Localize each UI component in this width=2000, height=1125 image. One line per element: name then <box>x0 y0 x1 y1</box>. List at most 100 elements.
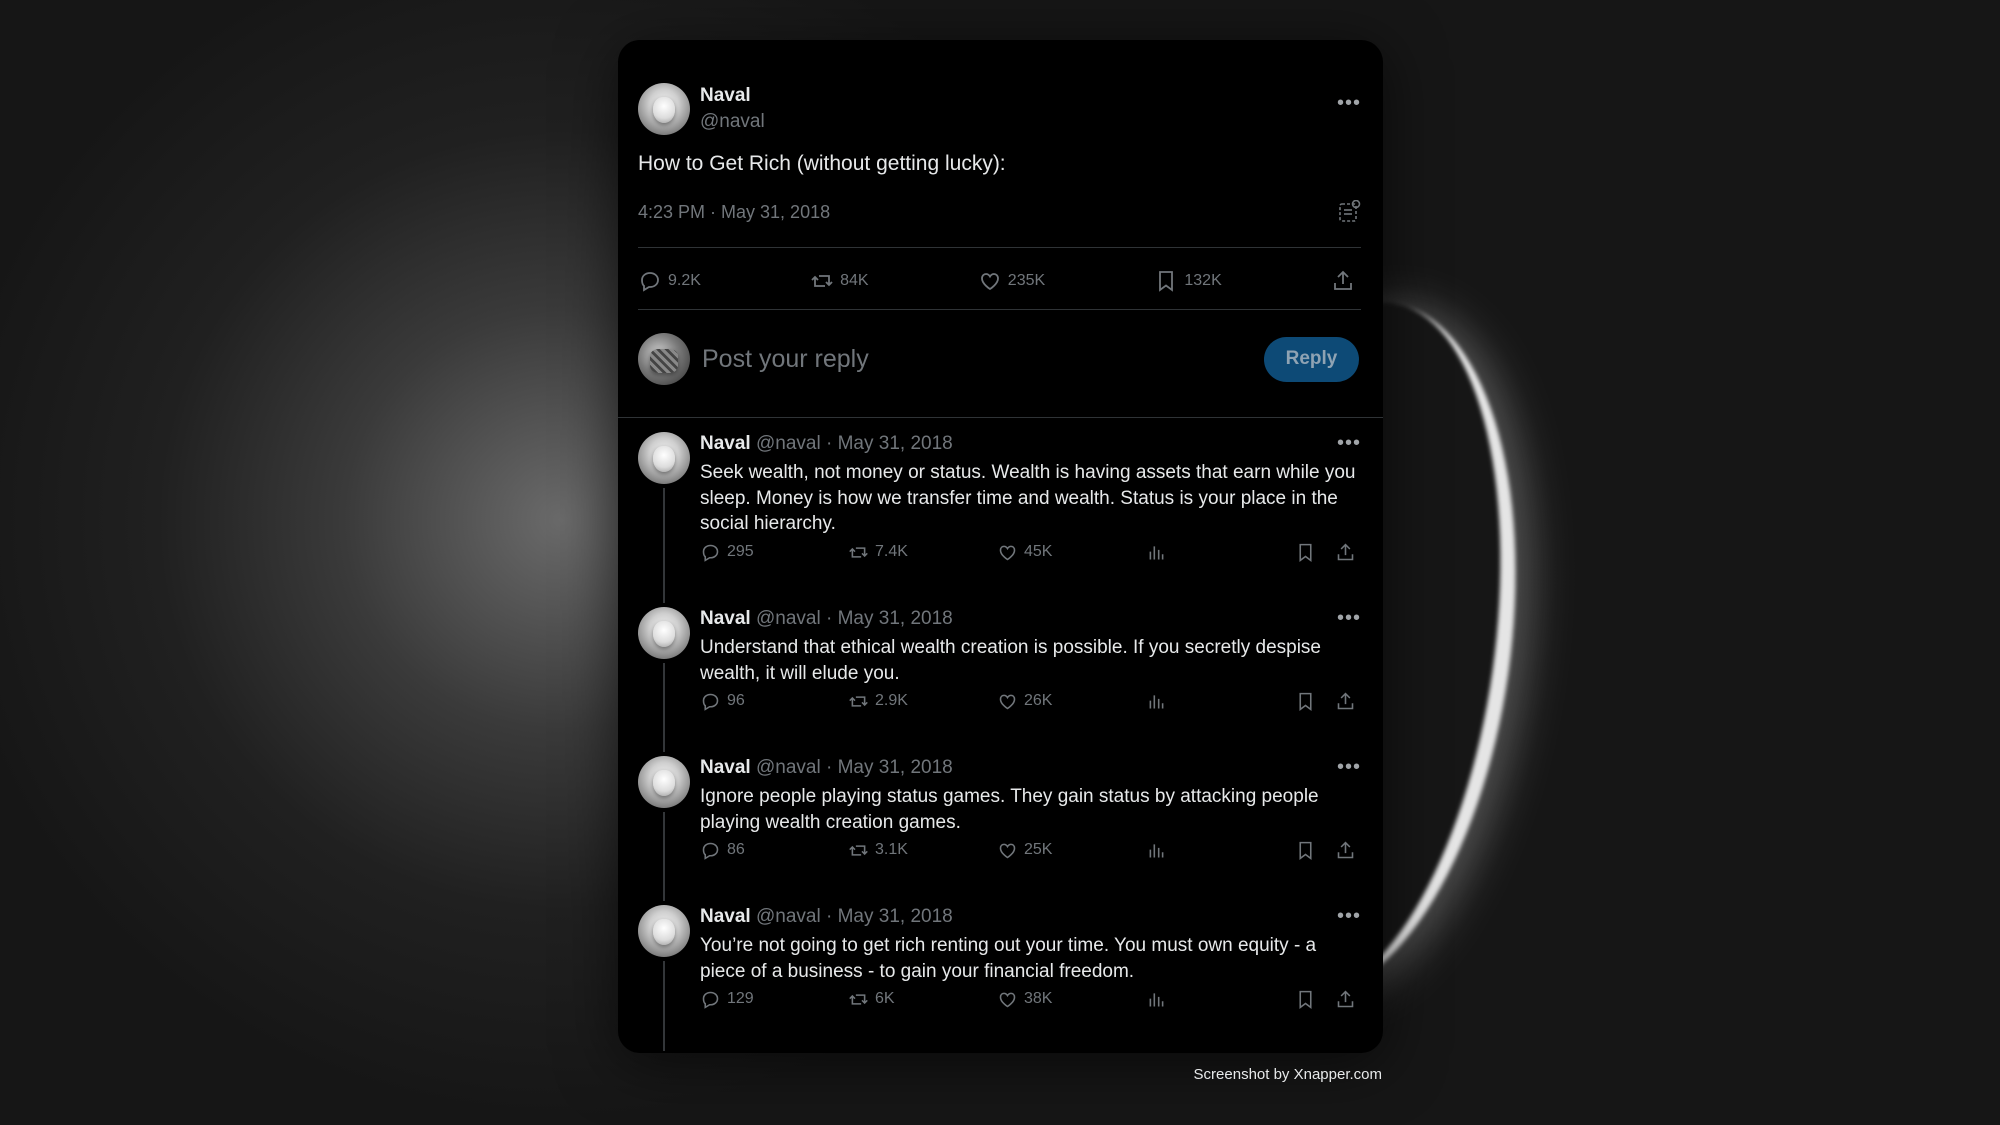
reply-button[interactable]: Reply <box>1264 336 1359 382</box>
reply-count: 295 <box>727 543 754 560</box>
author-handle[interactable]: @naval <box>756 608 821 629</box>
reply-count: 96 <box>727 692 745 709</box>
share-action[interactable] <box>1335 691 1362 712</box>
avatar[interactable] <box>638 607 690 659</box>
main-tweet-text: How to Get Rich (without getting lucky): <box>638 152 1006 175</box>
repost-action[interactable]: 3.1K <box>848 840 908 861</box>
bookmark-action[interactable] <box>1295 691 1322 712</box>
share-icon <box>1337 841 1354 858</box>
author-handle[interactable]: @naval <box>756 757 821 778</box>
reply-action[interactable]: 96 <box>700 691 745 712</box>
thread-line <box>663 961 665 1051</box>
repost-icon <box>849 844 868 856</box>
author-handle[interactable]: @naval <box>700 111 765 133</box>
like-action[interactable]: 26K <box>997 691 1052 712</box>
more-icon[interactable]: ••• <box>1337 607 1361 630</box>
avatar[interactable] <box>638 905 690 957</box>
separator-dot: · <box>825 757 833 778</box>
tweet-date[interactable]: May 31, 2018 <box>838 757 953 778</box>
author-handle[interactable]: @naval <box>756 906 821 927</box>
author-name[interactable]: Naval <box>700 85 765 107</box>
share-action[interactable] <box>1331 269 1361 293</box>
more-icon[interactable]: ••• <box>1337 432 1361 455</box>
repost-icon <box>849 993 868 1005</box>
divider <box>618 417 1383 418</box>
bookmark-icon <box>1299 990 1312 1009</box>
views-action[interactable] <box>1146 542 1173 563</box>
repost-count: 2.9K <box>875 692 908 709</box>
more-icon[interactable]: ••• <box>1337 756 1361 779</box>
avatar[interactable] <box>638 756 690 808</box>
author-handle[interactable]: @naval <box>756 433 821 454</box>
avatar[interactable] <box>638 432 690 484</box>
views-action[interactable] <box>1146 989 1173 1010</box>
share-icon <box>1337 990 1354 1007</box>
like-icon <box>980 273 999 291</box>
thread-line <box>663 663 665 752</box>
repost-action[interactable]: 84K <box>810 269 869 293</box>
tweet-date[interactable]: May 31, 2018 <box>838 906 953 927</box>
like-action[interactable]: 25K <box>997 840 1052 861</box>
author-name[interactable]: Naval <box>700 757 751 778</box>
analytics-icon[interactable] <box>1337 200 1361 224</box>
repost-count: 3.1K <box>875 841 908 858</box>
divider <box>638 247 1361 248</box>
reply-count: 9.2K <box>668 272 701 289</box>
main-tweet-timestamp[interactable]: 4:23 PM · May 31, 2018 <box>638 202 830 223</box>
more-icon[interactable]: ••• <box>1337 92 1361 115</box>
author-name[interactable]: Naval <box>700 906 751 927</box>
share-action[interactable] <box>1335 989 1362 1010</box>
bookmark-action[interactable] <box>1295 542 1322 563</box>
repost-action[interactable]: 7.4K <box>848 542 908 563</box>
views-action[interactable] <box>1146 840 1173 861</box>
repost-icon <box>849 695 868 707</box>
reply-icon <box>641 272 659 292</box>
share-action[interactable] <box>1335 542 1362 563</box>
share-icon <box>1337 543 1354 560</box>
reply-icon <box>702 842 719 860</box>
like-icon <box>999 843 1016 858</box>
like-action[interactable]: 235K <box>978 269 1045 293</box>
like-action[interactable]: 38K <box>997 989 1052 1010</box>
main-tweet-header: Naval @naval <box>638 83 765 135</box>
avatar[interactable] <box>638 83 690 135</box>
avatar[interactable] <box>638 333 690 385</box>
reply-icon <box>702 991 719 1009</box>
share-icon <box>1337 692 1354 709</box>
bookmark-action[interactable] <box>1295 989 1322 1010</box>
bookmark-icon <box>1299 692 1312 711</box>
tweet-meta: Naval @naval · May 31, 2018 <box>700 756 1361 780</box>
more-icon[interactable]: ••• <box>1337 905 1361 928</box>
reply-input[interactable]: Post your reply <box>702 345 1264 374</box>
views-icon <box>1149 694 1164 708</box>
tweet-date[interactable]: May 31, 2018 <box>838 433 953 454</box>
share-action[interactable] <box>1335 840 1362 861</box>
tweet-meta: Naval @naval · May 31, 2018 <box>700 607 1361 631</box>
bookmark-action[interactable] <box>1295 840 1322 861</box>
views-action[interactable] <box>1146 691 1173 712</box>
repost-icon <box>849 546 868 558</box>
bookmark-count: 132K <box>1184 272 1222 289</box>
reply-action[interactable]: 129 <box>700 989 754 1010</box>
repost-action[interactable]: 2.9K <box>848 691 908 712</box>
reply-action[interactable]: 9.2K <box>638 269 701 293</box>
author-name[interactable]: Naval <box>700 433 751 454</box>
bookmark-action[interactable]: 132K <box>1154 269 1222 293</box>
reply-action[interactable]: 295 <box>700 542 754 563</box>
like-action[interactable]: 45K <box>997 542 1052 563</box>
repost-action[interactable]: 6K <box>848 989 895 1010</box>
reply-count: 129 <box>727 990 754 1007</box>
repost-count: 7.4K <box>875 543 908 560</box>
tweet-text: Seek wealth, not money or status. Wealth… <box>700 462 1356 534</box>
reply-action[interactable]: 86 <box>700 840 745 861</box>
separator-dot: · <box>825 433 833 454</box>
author-name[interactable]: Naval <box>700 608 751 629</box>
tweet-date[interactable]: May 31, 2018 <box>838 608 953 629</box>
reply-composer: Post your reply Reply <box>638 332 1359 386</box>
tweet-card: Naval @naval ••• How to Get Rich (withou… <box>618 40 1383 1053</box>
tweet-text: You’re not going to get rich renting out… <box>700 935 1317 982</box>
views-icon <box>1149 545 1164 559</box>
tweet-meta: Naval @naval · May 31, 2018 <box>700 432 1361 456</box>
repost-icon <box>811 275 833 287</box>
like-count: 26K <box>1024 692 1053 709</box>
